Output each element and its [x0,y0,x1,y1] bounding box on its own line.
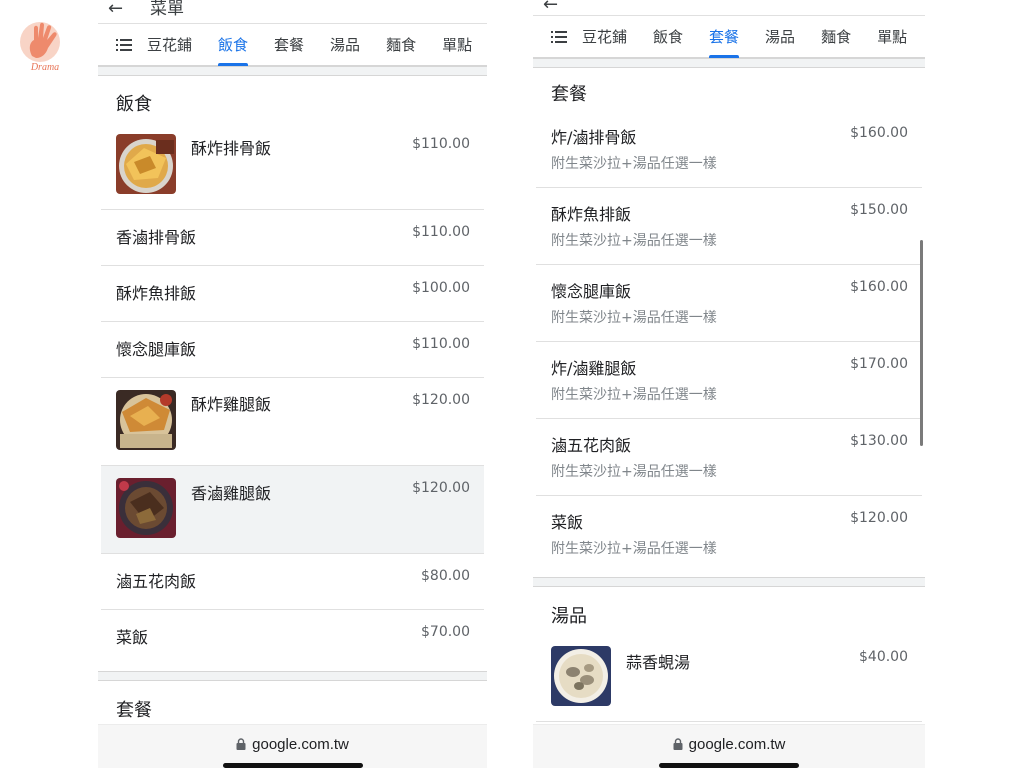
menu-item[interactable]: 酥炸魚排飯 $150.00 附生菜沙拉+湯品任選一樣 [536,188,922,265]
item-price: $150.00 [850,202,908,218]
item-price: $110.00 [412,136,470,152]
food-photo [116,478,176,538]
list-menu-icon[interactable] [533,30,569,43]
item-price: $70.00 [421,624,470,640]
right-phone-screen: ← 豆花鋪 飯食 套餐 湯品 麵食 單點 套餐 炸/滷排骨飯 $160.00 附… [533,0,925,768]
tab-douhuapu[interactable]: 豆花鋪 [569,16,640,58]
lock-icon [236,737,246,754]
item-name: 滷五花肉飯 [551,436,632,455]
tab-set-meals[interactable]: 套餐 [696,16,752,58]
tab-soups[interactable]: 湯品 [752,16,808,58]
item-name: 酥炸排骨飯 [191,139,272,158]
menu-item[interactable]: 懷念腿庫飯 $160.00 附生菜沙拉+湯品任選一樣 [536,265,922,342]
menu-item[interactable]: 滷五花肉飯 $80.00 [101,554,484,610]
menu-item[interactable]: 香滷排骨飯 $110.00 [101,210,484,266]
item-name: 菜飯 [551,513,584,532]
item-price: $80.00 [421,568,470,584]
section-divider [98,66,487,76]
item-description: 附生菜沙拉+湯品任選一樣 [551,464,717,480]
item-price: $110.00 [412,224,470,240]
section-title: 套餐 [551,84,587,105]
item-price: $160.00 [850,279,908,295]
tab-rice-meals[interactable]: 飯食 [640,16,696,58]
tab-soups[interactable]: 湯品 [317,24,373,66]
browser-url-bar[interactable]: google.com.tw [98,724,487,768]
item-price: $130.00 [850,433,908,449]
item-price: $170.00 [850,356,908,372]
menu-item[interactable]: 炸/滷排骨飯 $160.00 附生菜沙拉+湯品任選一樣 [536,111,922,188]
item-price: $40.00 [859,649,908,665]
menu-item-selected[interactable]: 香滷雞腿飯 $120.00 [101,466,484,554]
item-price: $120.00 [412,480,470,496]
home-indicator [222,763,363,768]
item-name: 酥炸雞腿飯 [191,395,272,414]
home-indicator [659,763,799,768]
item-name: 酥炸魚排飯 [551,205,632,224]
section-divider [533,577,925,587]
section-title: 套餐 [116,700,152,721]
section-title: 湯品 [551,606,587,627]
food-photo [551,646,611,706]
item-name: 滷五花肉飯 [116,572,197,591]
menu-item[interactable]: 炸/滷雞腿飯 $170.00 附生菜沙拉+湯品任選一樣 [536,342,922,419]
category-tabs: 豆花鋪 飯食 套餐 湯品 麵食 單點 [533,16,925,58]
back-arrow-icon[interactable]: ← [543,0,558,15]
item-description: 附生菜沙拉+湯品任選一樣 [551,233,717,249]
watermark-logo: Drama [18,20,72,78]
tab-a-la-carte[interactable]: 單點 [429,24,485,66]
browser-url-bar[interactable]: google.com.tw [533,724,925,768]
back-arrow-icon[interactable]: ← [108,0,123,19]
item-name: 蒜香蜆湯 [626,653,691,672]
lock-icon [673,737,683,754]
item-price: $110.00 [412,336,470,352]
item-name: 懷念腿庫飯 [551,282,632,301]
item-description: 附生菜沙拉+湯品任選一樣 [551,541,717,557]
menu-item[interactable]: 酥炸排骨飯 $110.00 [101,122,484,210]
item-name: 香滷雞腿飯 [191,484,272,503]
item-description: 附生菜沙拉+湯品任選一樣 [551,310,717,326]
item-name: 炸/滷雞腿飯 [551,359,637,378]
item-price: $120.00 [850,510,908,526]
menu-item[interactable]: 酥炸雞腿飯 $120.00 [101,378,484,466]
left-phone-screen: ← 菜單 豆花鋪 飯食 套餐 湯品 麵食 單點 飯食 酥炸排骨飯 $110.00… [98,0,487,768]
hand-logo-icon [20,22,60,62]
watermark-text: Drama [30,62,60,73]
item-name: 香滷排骨飯 [116,228,197,247]
menu-item[interactable]: 菜飯 $120.00 附生菜沙拉+湯品任選一樣 [536,496,922,576]
item-name: 酥炸魚排飯 [116,284,197,303]
url-text: google.com.tw [252,736,349,753]
section-title: 飯食 [116,94,152,115]
page-title: 菜單 [150,0,184,19]
tab-noodles[interactable]: 麵食 [808,16,864,58]
section-divider [533,58,925,68]
item-name: 炸/滷排骨飯 [551,128,637,147]
menu-item[interactable]: 蒜香蜆湯 $40.00 [536,634,922,722]
tab-a-la-carte[interactable]: 單點 [864,16,920,58]
item-description: 附生菜沙拉+湯品任選一樣 [551,156,717,172]
tab-rice-meals[interactable]: 飯食 [205,24,261,66]
menu-item[interactable]: 滷五花肉飯 $130.00 附生菜沙拉+湯品任選一樣 [536,419,922,496]
item-description: 附生菜沙拉+湯品任選一樣 [551,387,717,403]
menu-item[interactable]: 懷念腿庫飯 $110.00 [101,322,484,378]
tab-douhuapu[interactable]: 豆花鋪 [134,24,205,66]
url-text: google.com.tw [688,736,786,753]
top-app-bar: ← 菜單 [98,0,487,24]
menu-item[interactable]: 菜飯 $70.00 [101,610,484,668]
item-name: 菜飯 [116,628,149,647]
item-name: 懷念腿庫飯 [116,340,197,359]
item-price: $100.00 [412,280,470,296]
list-menu-icon[interactable] [98,38,134,51]
section-divider [98,671,487,681]
food-photo [116,390,176,450]
menu-item[interactable]: 酥炸魚排飯 $100.00 [101,266,484,322]
tab-set-meals[interactable]: 套餐 [261,24,317,66]
food-photo [116,134,176,194]
tab-noodles[interactable]: 麵食 [373,24,429,66]
item-price: $160.00 [850,125,908,141]
top-app-bar: ← [533,0,925,16]
item-price: $120.00 [412,392,470,408]
category-tabs: 豆花鋪 飯食 套餐 湯品 麵食 單點 [98,24,487,66]
scrollbar[interactable] [920,240,923,446]
